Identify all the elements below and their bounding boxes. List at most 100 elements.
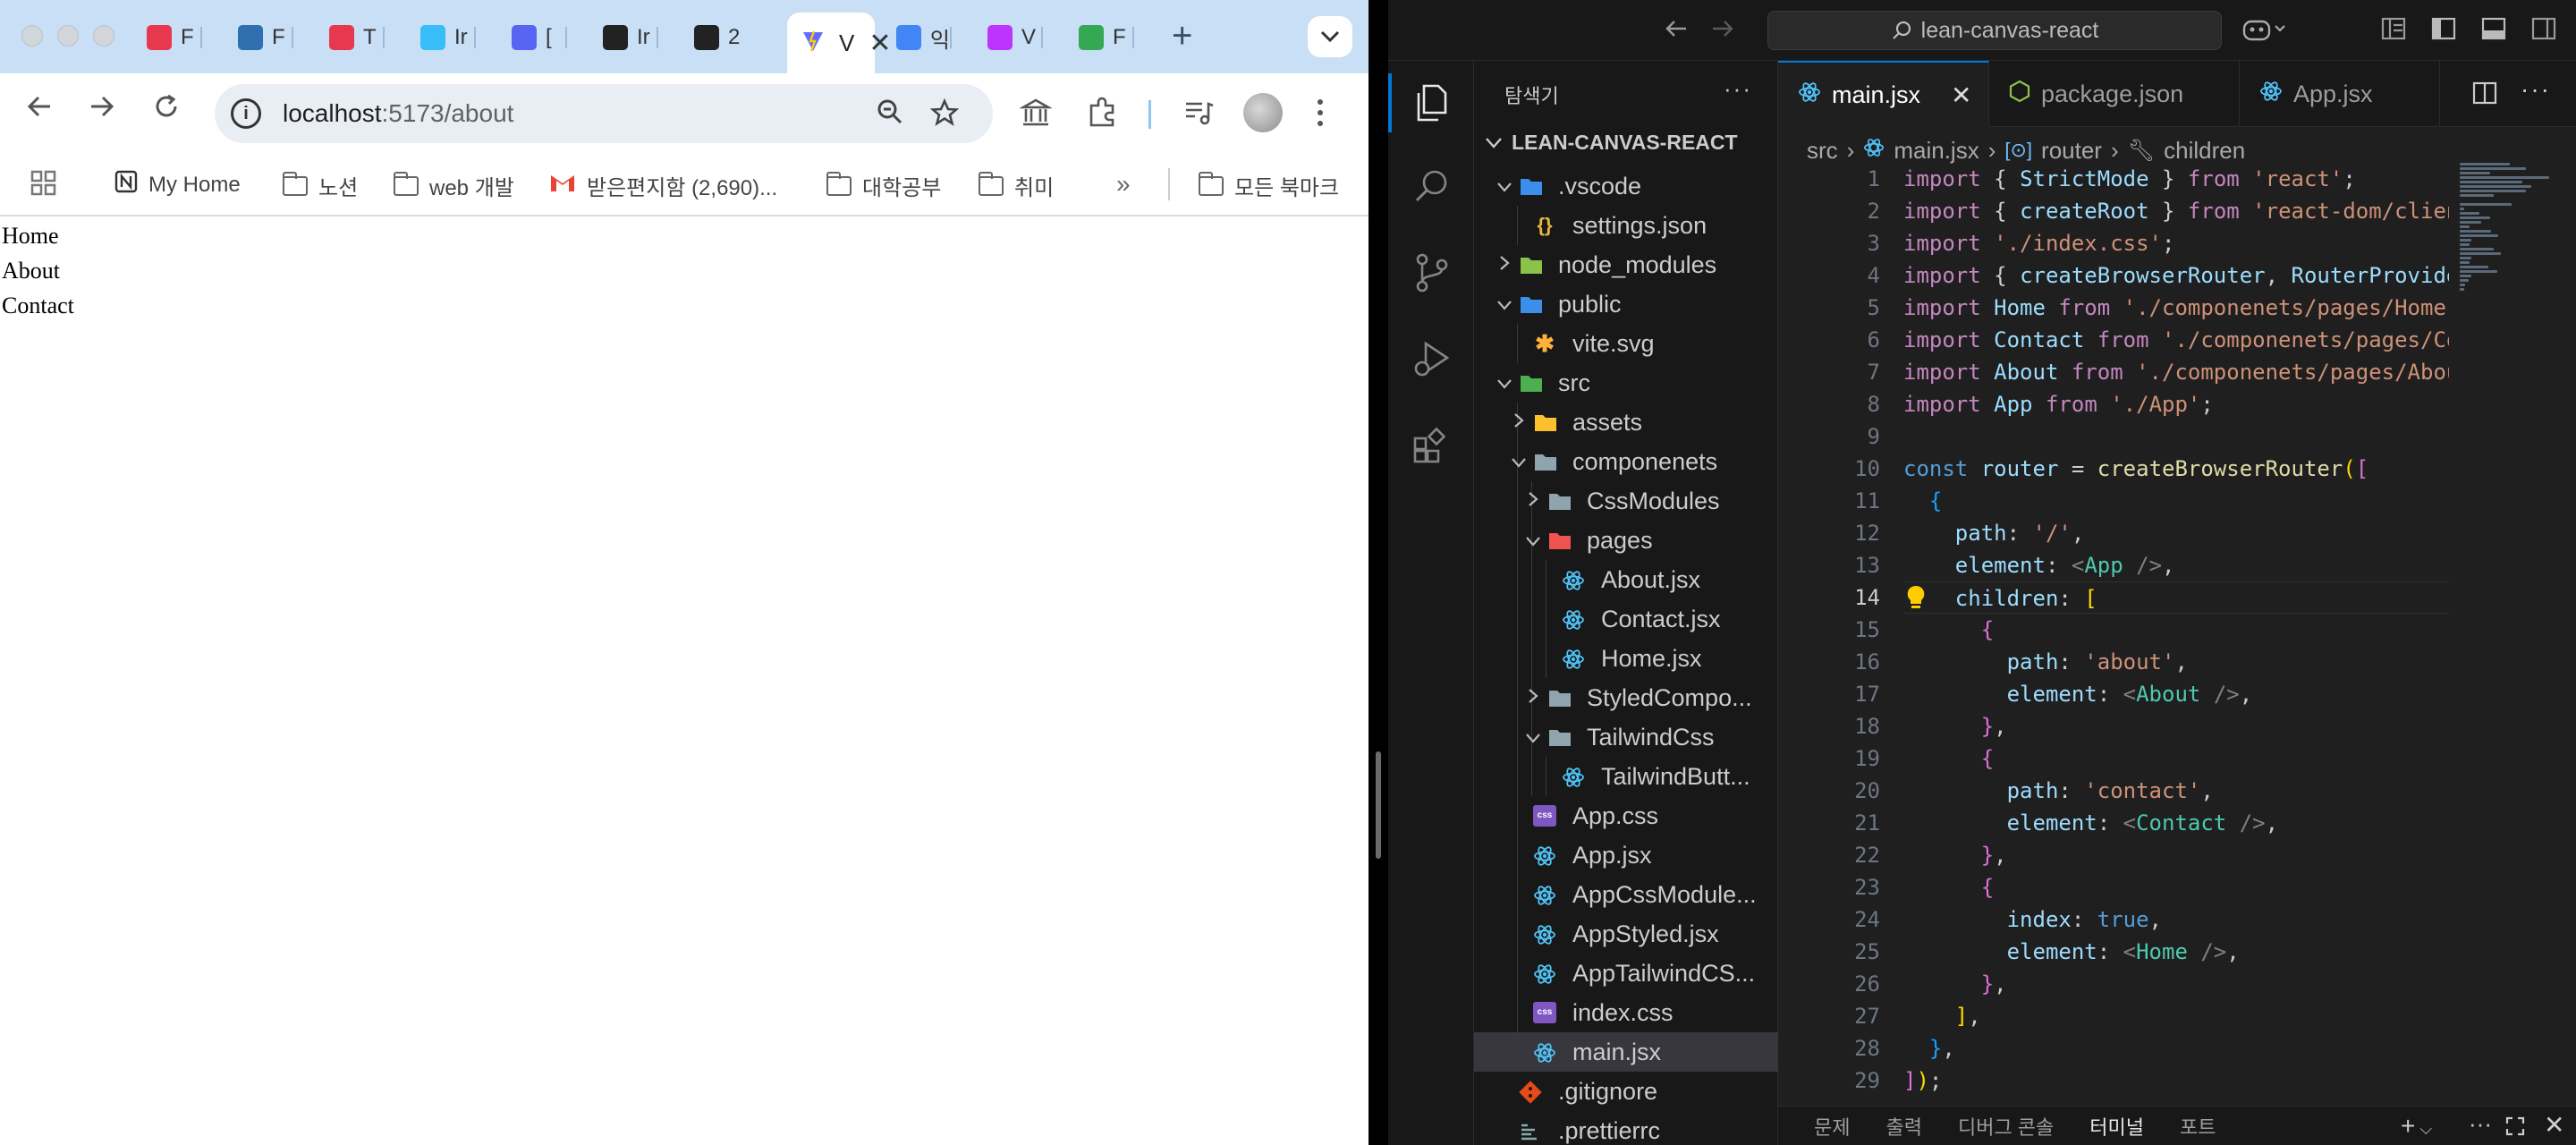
tree-file[interactable]: ✱ vite.svg xyxy=(1474,324,1778,363)
source-control-icon[interactable] xyxy=(1411,252,1453,293)
resize-grip[interactable] xyxy=(1376,751,1381,859)
bookmark-item[interactable]: 받은편지함 (2,690)... xyxy=(549,170,777,201)
close-window-button[interactable] xyxy=(21,25,43,47)
maximize-panel-icon[interactable] xyxy=(2504,1115,2526,1141)
command-center-search[interactable]: lean-canvas-react xyxy=(1767,11,2222,50)
tree-file[interactable]: AppStyled.jsx xyxy=(1474,914,1778,954)
browser-tab[interactable]: 익 xyxy=(886,20,952,55)
extensions-puzzle-icon[interactable] xyxy=(1086,97,1118,136)
browser-tab[interactable]: V xyxy=(977,20,1043,55)
search-icon[interactable] xyxy=(1411,166,1453,208)
tree-file[interactable]: {} settings.json xyxy=(1474,206,1778,245)
browser-tab-active[interactable]: V ✕ xyxy=(787,13,891,73)
bookmark-item[interactable]: web 개발 xyxy=(394,170,514,201)
close-panel-icon[interactable]: ✕ xyxy=(2544,1110,2564,1140)
tab-main-jsx[interactable]: main.jsx ✕ xyxy=(1778,61,1989,127)
tree-folder[interactable]: public xyxy=(1474,284,1778,324)
breadcrumb-file[interactable]: main.jsx xyxy=(1894,137,1979,165)
browser-tab[interactable]: F xyxy=(1068,20,1134,55)
tree-folder[interactable]: node_modules xyxy=(1474,245,1778,284)
browser-tab[interactable]: 2 xyxy=(683,20,748,55)
explorer-icon[interactable] xyxy=(1411,82,1453,123)
tree-file[interactable]: .prettierrc xyxy=(1474,1111,1778,1145)
panel-tab[interactable]: 포트 xyxy=(2180,1112,2216,1141)
bookmark-item[interactable]: My Home xyxy=(114,170,241,199)
browser-tab[interactable]: T xyxy=(318,20,385,55)
browser-tab[interactable]: F xyxy=(136,20,202,55)
browser-tab[interactable]: F xyxy=(227,20,293,55)
address-bar[interactable]: i localhost:5173/about xyxy=(215,84,993,143)
panel-tab[interactable]: 문제 xyxy=(1814,1112,1850,1141)
minimap[interactable] xyxy=(2460,163,2558,342)
back-arrow-icon[interactable] xyxy=(1664,16,1689,48)
nav-link-contact[interactable]: Contact xyxy=(0,288,1368,323)
tab-app-jsx[interactable]: App.jsx xyxy=(2240,61,2440,127)
tab-package-json[interactable]: package.json xyxy=(1989,61,2240,127)
tree-folder[interactable]: src xyxy=(1474,363,1778,403)
explorer-more-button[interactable]: ··· xyxy=(1724,75,1752,103)
tree-file[interactable]: main.jsx xyxy=(1474,1032,1778,1072)
panel-tab[interactable]: 디버그 콘솔 xyxy=(1958,1112,2054,1141)
lightbulb-icon[interactable] xyxy=(1905,584,1927,611)
kebab-menu-icon[interactable] xyxy=(1315,97,1326,137)
tree-file[interactable]: css App.css xyxy=(1474,796,1778,835)
new-tab-button[interactable]: + xyxy=(1172,18,1192,54)
tree-file[interactable]: AppTailwindCS... xyxy=(1474,954,1778,993)
tree-file[interactable]: AppCssModule... xyxy=(1474,875,1778,914)
profile-avatar[interactable] xyxy=(1243,93,1283,132)
tree-folder[interactable]: pages xyxy=(1474,521,1778,560)
run-debug-icon[interactable] xyxy=(1411,338,1453,379)
tree-file[interactable]: Contact.jsx xyxy=(1474,599,1778,639)
tab-search-button[interactable] xyxy=(1308,16,1352,57)
tree-folder[interactable]: .vscode xyxy=(1474,166,1778,206)
breadcrumb-property[interactable]: children xyxy=(2164,137,2245,165)
window-divider[interactable] xyxy=(1368,0,1388,1145)
bookmark-item[interactable]: 취미 xyxy=(979,170,1054,201)
code-editor[interactable]: import { StrictMode } from 'react'; impor… xyxy=(1903,163,2449,1097)
bookmark-star-icon[interactable] xyxy=(929,98,960,134)
panel-more-icon[interactable]: ··· xyxy=(2469,1110,2492,1138)
tree-file[interactable]: App.jsx xyxy=(1474,835,1778,875)
tree-file[interactable]: About.jsx xyxy=(1474,560,1778,599)
toggle-panel-icon[interactable] xyxy=(2481,16,2506,48)
panel-tab[interactable]: 터미널 xyxy=(2089,1112,2144,1141)
copilot-icon[interactable] xyxy=(2241,16,2288,50)
close-tab-icon[interactable]: ✕ xyxy=(1951,81,1971,110)
site-info-icon[interactable]: i xyxy=(231,98,261,129)
new-terminal-icon[interactable]: + ⌵ xyxy=(2401,1112,2432,1141)
tree-file[interactable]: TailwindButt... xyxy=(1474,757,1778,796)
forward-button[interactable] xyxy=(82,93,122,128)
split-editor-icon[interactable] xyxy=(2472,81,2497,110)
bookmark-item[interactable]: 노션 xyxy=(283,170,358,201)
media-control-icon[interactable] xyxy=(1182,97,1215,136)
panel-tab[interactable]: 출력 xyxy=(1885,1112,1921,1141)
editor-more-icon[interactable]: ··· xyxy=(2521,75,2551,104)
breadcrumb-src[interactable]: src xyxy=(1807,137,1838,165)
bookmarks-overflow-button[interactable]: » xyxy=(1116,170,1131,199)
browser-tab[interactable]: Ir xyxy=(410,20,476,55)
tree-folder[interactable]: componenets xyxy=(1474,442,1778,481)
toggle-primary-sidebar-icon[interactable] xyxy=(2431,16,2456,48)
tree-folder[interactable]: CssModules xyxy=(1474,481,1778,521)
tree-file[interactable]: .gitignore xyxy=(1474,1072,1778,1111)
tree-file[interactable]: css index.css xyxy=(1474,993,1778,1032)
museum-extension-icon[interactable] xyxy=(1019,97,1053,136)
reload-button[interactable] xyxy=(147,93,186,128)
breadcrumb-symbol[interactable]: router xyxy=(2041,137,2102,165)
browser-tab[interactable]: Ir xyxy=(592,20,658,55)
zoom-window-button[interactable] xyxy=(93,25,114,47)
browser-tab[interactable]: [ xyxy=(501,20,567,55)
zoom-icon[interactable] xyxy=(877,98,903,132)
tree-folder[interactable]: TailwindCss xyxy=(1474,717,1778,757)
workspace-root[interactable]: LEAN-CANVAS-REACT xyxy=(1485,131,1738,155)
tree-folder[interactable]: StyledCompo... xyxy=(1474,678,1778,717)
tree-folder[interactable]: assets xyxy=(1474,403,1778,442)
all-bookmarks-button[interactable]: 모든 북마크 xyxy=(1199,170,1339,201)
toggle-secondary-sidebar-icon[interactable] xyxy=(2531,16,2556,48)
customize-layout-icon[interactable] xyxy=(2381,16,2406,48)
forward-arrow-icon[interactable] xyxy=(1710,16,1735,48)
apps-grid-icon[interactable] xyxy=(30,170,57,197)
nav-link-about[interactable]: About xyxy=(0,253,1368,288)
bookmark-item[interactable]: 대학공부 xyxy=(826,170,941,201)
extensions-icon[interactable] xyxy=(1411,424,1453,465)
